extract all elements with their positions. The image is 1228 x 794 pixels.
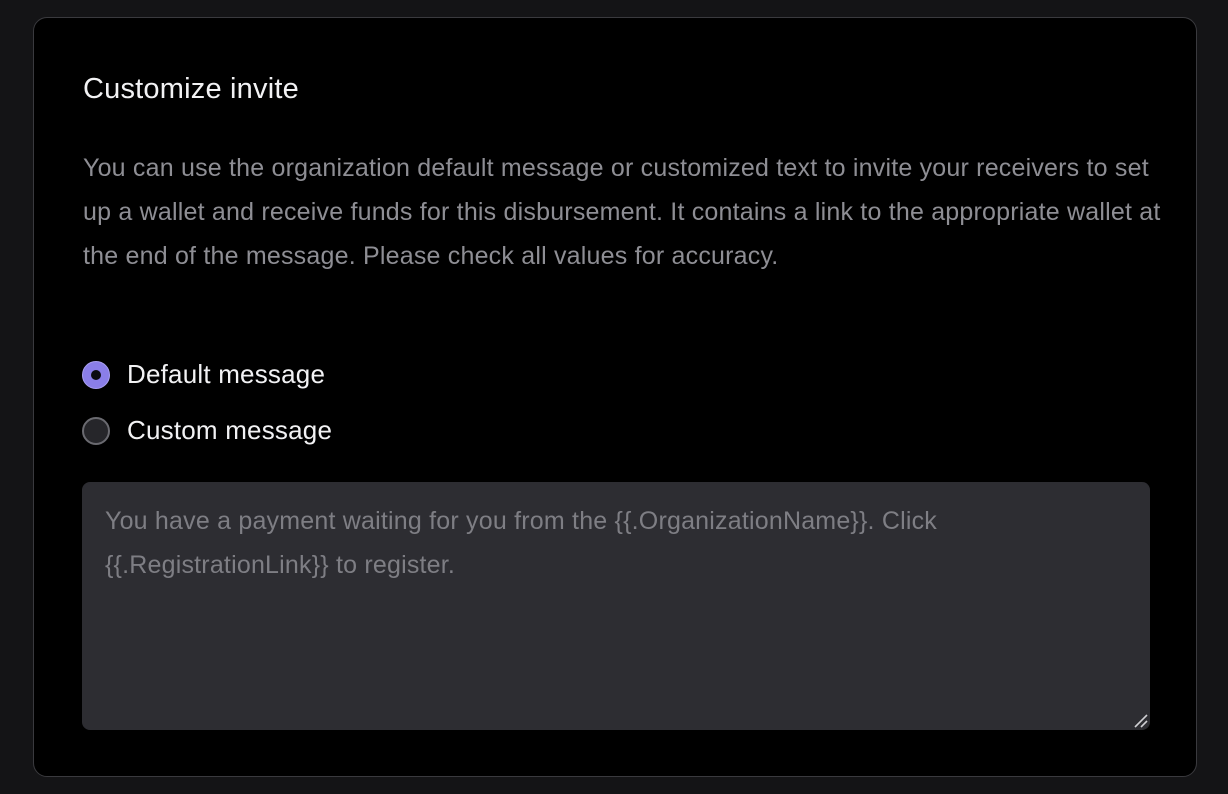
customize-invite-card: Customize invite You can use the organiz…	[33, 17, 1197, 777]
radio-option-custom-message[interactable]: Custom message	[82, 415, 332, 446]
resize-handle-icon[interactable]	[1132, 714, 1148, 728]
radio-label-default-message: Default message	[127, 359, 326, 389]
radio-option-default-message[interactable]: Default message	[82, 359, 325, 390]
custom-message-textarea[interactable]	[82, 482, 1150, 730]
radio-label-custom-message: Custom message	[127, 415, 333, 445]
radio-selected-icon[interactable]	[82, 360, 110, 389]
section-title: Customize invite	[83, 73, 299, 105]
radio-unselected-icon[interactable]	[82, 416, 110, 445]
section-description: You can use the organization default mes…	[83, 154, 1161, 270]
